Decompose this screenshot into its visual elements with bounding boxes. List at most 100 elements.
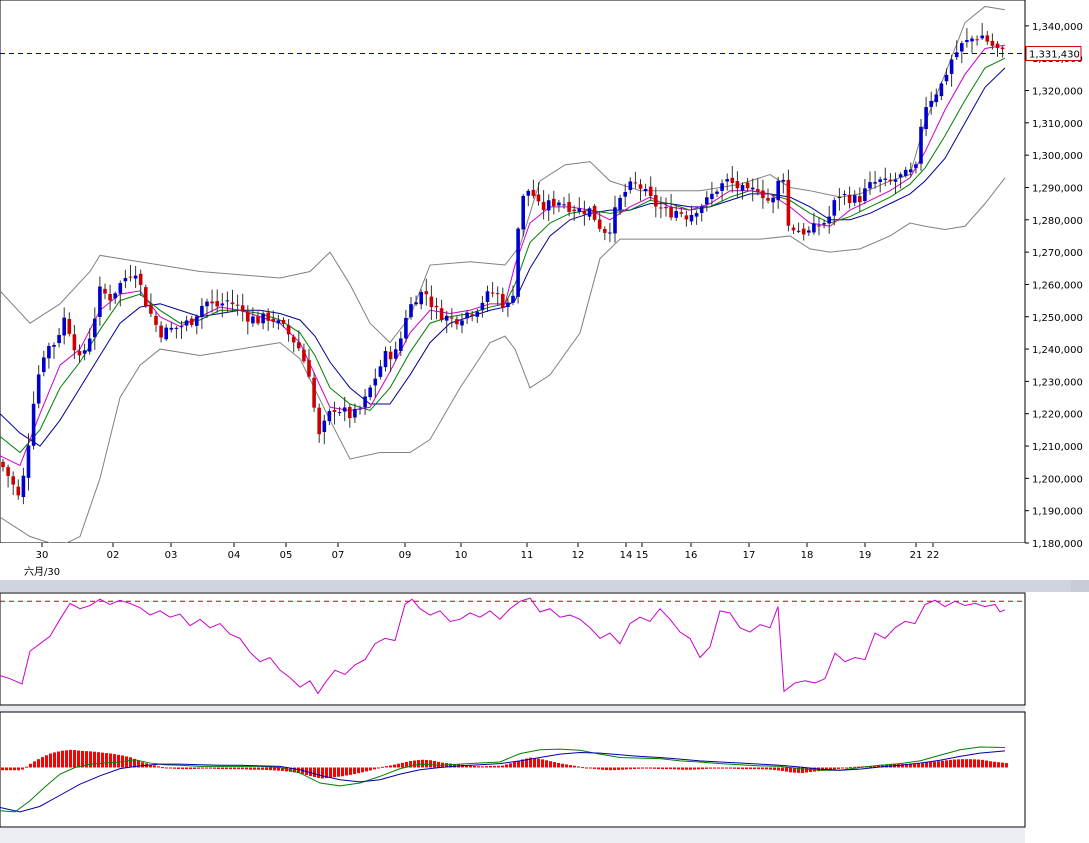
histogram-bar bbox=[509, 763, 512, 768]
candle-bullish bbox=[812, 223, 816, 233]
candle-bullish bbox=[608, 232, 612, 234]
candle-bullish bbox=[261, 313, 265, 324]
time-tick-label: 02 bbox=[107, 550, 120, 561]
histogram-bar bbox=[365, 767, 368, 772]
histogram-bar bbox=[649, 767, 652, 769]
histogram-bar bbox=[157, 766, 160, 768]
histogram-bar bbox=[317, 767, 320, 778]
candle-bearish bbox=[108, 294, 112, 301]
candle-bullish bbox=[399, 338, 403, 351]
histogram-bar bbox=[65, 750, 68, 768]
histogram-bar bbox=[589, 767, 592, 769]
candle-bearish bbox=[154, 315, 158, 325]
histogram-bar bbox=[969, 759, 972, 768]
candle-bearish bbox=[745, 182, 750, 189]
time-tick-label: 22 bbox=[927, 550, 940, 561]
histogram-bar bbox=[389, 765, 392, 768]
histogram-bar bbox=[57, 751, 60, 768]
histogram-bar bbox=[117, 754, 120, 768]
candle-bearish bbox=[858, 196, 862, 203]
candle-bullish bbox=[225, 300, 230, 302]
price-tick-label: 1,180,000 bbox=[1032, 539, 1083, 550]
candle-bearish bbox=[684, 215, 689, 220]
scrollbar-corner[interactable] bbox=[1071, 580, 1089, 592]
candle-bullish bbox=[169, 327, 174, 330]
candle-bullish bbox=[965, 40, 969, 43]
candle-bearish bbox=[567, 202, 571, 212]
candle-bullish bbox=[251, 316, 255, 324]
candle-bearish bbox=[235, 304, 240, 306]
histogram-bar bbox=[153, 765, 156, 768]
candle-bullish bbox=[750, 187, 755, 190]
candle-bearish bbox=[659, 207, 663, 209]
candle-bullish bbox=[914, 164, 918, 169]
candle-bearish bbox=[6, 467, 10, 476]
histogram-bar bbox=[257, 767, 260, 770]
candle-bullish bbox=[715, 191, 719, 194]
time-axis-bg bbox=[0, 543, 1025, 580]
price-tick-label: 1,320,000 bbox=[1032, 87, 1083, 98]
price-tick-label: 1,250,000 bbox=[1032, 313, 1083, 324]
candle-bullish bbox=[123, 278, 128, 282]
candle-bullish bbox=[740, 184, 745, 191]
histogram-bar bbox=[1005, 763, 1008, 768]
histogram-bar bbox=[61, 750, 64, 768]
candle-bearish bbox=[975, 39, 979, 41]
candle-bullish bbox=[444, 315, 449, 321]
histogram-bar bbox=[513, 762, 516, 768]
candle-bearish bbox=[286, 325, 291, 335]
candle-bullish bbox=[557, 202, 561, 206]
candle-bullish bbox=[21, 475, 26, 498]
candle-bearish bbox=[730, 177, 735, 183]
histogram-bar bbox=[109, 753, 112, 768]
histogram-bar bbox=[237, 767, 240, 770]
candle-bullish bbox=[878, 179, 882, 182]
candle-bullish bbox=[587, 208, 592, 217]
candle-bullish bbox=[868, 182, 872, 189]
histogram-bar bbox=[313, 767, 316, 778]
histogram-bar bbox=[177, 767, 180, 769]
candle-bearish bbox=[434, 305, 439, 308]
candle-bearish bbox=[307, 360, 311, 377]
candle-bullish bbox=[781, 179, 786, 182]
candle-bullish bbox=[200, 305, 204, 317]
histogram-bar bbox=[1, 767, 4, 771]
candle-bullish bbox=[832, 200, 837, 216]
histogram-bar bbox=[485, 766, 488, 768]
histogram-bar bbox=[921, 762, 924, 768]
histogram-bar bbox=[69, 749, 72, 768]
histogram-bar bbox=[585, 767, 588, 769]
histogram-bar bbox=[637, 767, 640, 769]
panel-separator-2[interactable] bbox=[0, 706, 1025, 712]
time-tick-label: 14 bbox=[620, 550, 633, 561]
candle-bearish bbox=[801, 228, 806, 235]
trading-chart[interactable]: 1,180,000 1,190,000 1,200,000 1,210,000 1,22… bbox=[0, 0, 1089, 843]
candle-bearish bbox=[332, 410, 337, 412]
time-tick-label: 15 bbox=[636, 550, 649, 561]
candle-bearish bbox=[210, 301, 214, 304]
candle-bearish bbox=[281, 319, 286, 324]
histogram-bar bbox=[321, 767, 324, 779]
histogram-bar bbox=[329, 767, 332, 778]
candle-bullish bbox=[674, 211, 678, 218]
price-tick-label: 1,310,000 bbox=[1032, 119, 1083, 130]
candle-bullish bbox=[919, 126, 923, 164]
candle-bullish bbox=[562, 204, 566, 206]
candle-bullish bbox=[506, 302, 510, 308]
panel-separator-1[interactable] bbox=[0, 580, 1089, 592]
histogram-bar bbox=[937, 761, 940, 768]
candle-bearish bbox=[388, 351, 393, 360]
candle-bullish bbox=[842, 194, 847, 196]
histogram-bar bbox=[837, 767, 840, 769]
histogram-bar bbox=[997, 762, 1000, 768]
histogram-bar bbox=[765, 767, 768, 770]
candle-bearish bbox=[128, 276, 133, 278]
macd-panel[interactable] bbox=[0, 711, 1026, 828]
histogram-bar bbox=[113, 754, 116, 768]
histogram-bar bbox=[493, 765, 496, 768]
oscillator-panel[interactable] bbox=[0, 592, 1026, 706]
candle-bullish bbox=[353, 408, 357, 418]
histogram-bar bbox=[393, 764, 396, 768]
price-panel[interactable] bbox=[0, 0, 1026, 547]
candle-bullish bbox=[970, 38, 974, 42]
